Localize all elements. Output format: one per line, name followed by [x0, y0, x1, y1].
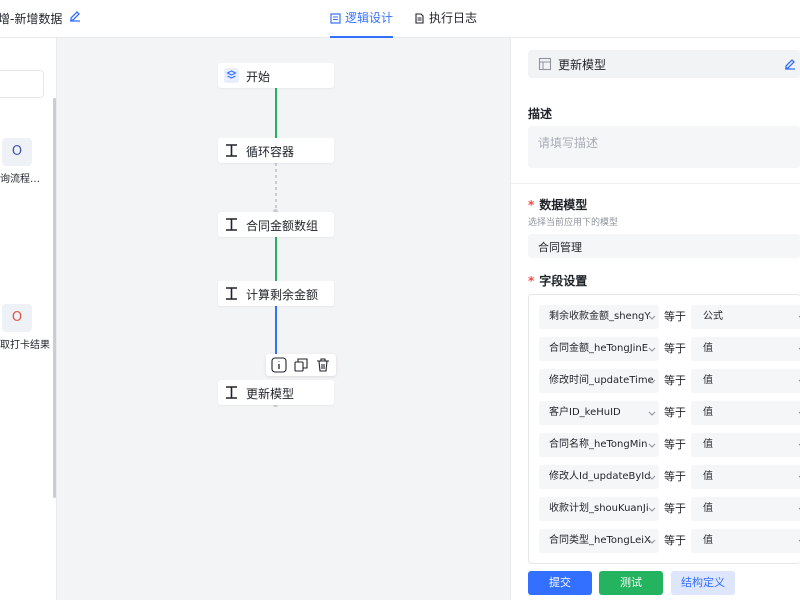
connector-array-calc: [275, 237, 277, 283]
chevron-down-icon: [648, 315, 656, 320]
top-header: 新增-新增数据 逻辑设计 执行日志: [0, 0, 800, 38]
flow-node-start[interactable]: 开始: [218, 63, 334, 88]
page-title: 新增-新增数据: [0, 12, 63, 26]
operator-label[interactable]: 等于: [664, 465, 686, 489]
panel-title: 更新模型: [558, 58, 607, 72]
edit-icon[interactable]: [783, 57, 797, 71]
data-model-label: * 数据模型: [528, 198, 588, 212]
field-select[interactable]: 修改时间_updateTime: [539, 369, 659, 393]
chevron-down-icon: [648, 475, 656, 480]
layers-icon: [224, 68, 239, 83]
i-beam-icon: [226, 287, 237, 300]
chevron-down-icon: [648, 443, 656, 448]
field-settings-box: 剩余收款金额_shengY 等于 公式 合同金额_heTongJinE 等于 值…: [528, 294, 800, 564]
field-select[interactable]: 客户ID_keHuID: [539, 401, 659, 425]
field-row: 合同金额_heTongJinE 等于 值: [539, 337, 800, 361]
field-row: 合同类型_heTongLeiX 等于 值: [539, 529, 800, 553]
node-label: 开始: [246, 70, 271, 84]
flow-canvas[interactable]: 开始 循环容器 合同金额数组 计算剩余金额 更新模型: [57, 38, 510, 600]
node-library-panel: O 询流程… O 取打卡结果: [0, 38, 57, 600]
info-icon[interactable]: [270, 356, 288, 374]
log-doc-icon: [415, 13, 424, 24]
panel-footer: 提交 测试 结构定义: [511, 564, 800, 600]
description-placeholder: 请填写描述: [538, 136, 599, 150]
value-type-select[interactable]: 值: [691, 433, 800, 457]
flow-node-calc-remaining[interactable]: 计算剩余金额: [218, 281, 334, 306]
tab-execution-log[interactable]: 执行日志: [414, 0, 477, 38]
value-type-select[interactable]: 值: [691, 497, 800, 521]
flow-node-loop-container[interactable]: 循环容器: [218, 138, 334, 163]
field-select[interactable]: 剩余收款金额_shengY: [539, 305, 659, 329]
operator-label[interactable]: 等于: [664, 305, 686, 329]
field-select[interactable]: 合同金额_heTongJinE: [539, 337, 659, 361]
value-type-select[interactable]: 值: [691, 465, 800, 489]
i-beam-icon: [226, 218, 237, 231]
tab-label: 逻辑设计: [345, 11, 394, 25]
value-type-select[interactable]: 值: [691, 401, 800, 425]
node-label: 合同金额数组: [246, 219, 319, 233]
node-label: 更新模型: [246, 387, 295, 401]
value-type-select[interactable]: 公式: [691, 305, 800, 329]
data-model-select[interactable]: 合同管理: [528, 234, 800, 258]
delete-icon[interactable]: [314, 356, 332, 374]
data-model-hint: 选择当前应用下的模型: [528, 218, 619, 228]
flow-node-contract-amount-array[interactable]: 合同金额数组: [218, 212, 334, 237]
field-select[interactable]: 合同类型_heTongLeiX: [539, 529, 659, 553]
description-label: 描述: [528, 107, 553, 121]
get-checkin-result-label: 取打卡结果: [0, 340, 50, 351]
node-config-panel: 更新模型 描述 请填写描述 * 数据模型 选择当前应用下的模型 合同管理 * 字段设…: [510, 38, 800, 600]
edit-title-icon[interactable]: [68, 9, 82, 23]
chevron-down-icon: [648, 507, 656, 512]
field-row: 客户ID_keHuID 等于 值: [539, 401, 800, 425]
table-icon: [538, 57, 552, 71]
field-select[interactable]: 合同名称_heTongMin: [539, 433, 659, 457]
operator-label[interactable]: 等于: [664, 401, 686, 425]
data-model-value: 合同管理: [538, 241, 582, 254]
field-row: 收款计划_shouKuanJi 等于 值: [539, 497, 800, 521]
tab-logic-design[interactable]: 逻辑设计: [330, 0, 394, 38]
field-row: 剩余收款金额_shengY 等于 公式: [539, 305, 800, 329]
flow-node-update-model[interactable]: 更新模型: [218, 380, 334, 405]
query-flow-label: 询流程…: [0, 174, 40, 185]
query-flow-tile[interactable]: O: [2, 138, 32, 166]
operator-label[interactable]: 等于: [664, 433, 686, 457]
chevron-down-icon: [648, 347, 656, 352]
fields-label: * 字段设置: [528, 274, 588, 288]
value-type-select[interactable]: 值: [691, 369, 800, 393]
field-row: 修改时间_updateTime 等于 值: [539, 369, 800, 393]
operator-label[interactable]: 等于: [664, 529, 686, 553]
copy-icon[interactable]: [292, 356, 310, 374]
get-checkin-result-tile[interactable]: O: [2, 304, 32, 332]
operator-label[interactable]: 等于: [664, 369, 686, 393]
node-search-input[interactable]: [0, 70, 44, 98]
field-row: 修改人Id_updateById 等于 值: [539, 465, 800, 489]
submit-button[interactable]: 提交: [528, 571, 592, 595]
value-type-select[interactable]: 值: [691, 337, 800, 361]
structure-definition-button[interactable]: 结构定义: [671, 571, 735, 595]
node-label: 计算剩余金额: [246, 288, 319, 302]
chevron-down-icon: [648, 539, 656, 544]
left-scrollbar[interactable]: [53, 98, 56, 498]
operator-label[interactable]: 等于: [664, 337, 686, 361]
chevron-down-icon: [648, 379, 656, 384]
panel-header: 更新模型: [528, 50, 800, 78]
tab-label: 执行日志: [429, 11, 478, 25]
field-select[interactable]: 收款计划_shouKuanJi: [539, 497, 659, 521]
test-button[interactable]: 测试: [599, 571, 663, 595]
field-select[interactable]: 修改人Id_updateById: [539, 465, 659, 489]
node-label: 循环容器: [246, 145, 295, 159]
operator-label[interactable]: 等于: [664, 497, 686, 521]
i-beam-icon: [226, 144, 237, 157]
value-type-select[interactable]: 值: [691, 529, 800, 553]
chevron-down-icon: [648, 411, 656, 416]
i-beam-icon: [226, 386, 237, 399]
design-doc-icon: [330, 13, 341, 24]
field-row: 合同名称_heTongMin 等于 值: [539, 433, 800, 457]
description-input[interactable]: 请填写描述: [528, 126, 800, 168]
tile-glyph: O: [11, 144, 23, 159]
divider: [511, 183, 800, 184]
node-toolbar: [266, 354, 336, 376]
tile-glyph: O: [11, 310, 23, 325]
